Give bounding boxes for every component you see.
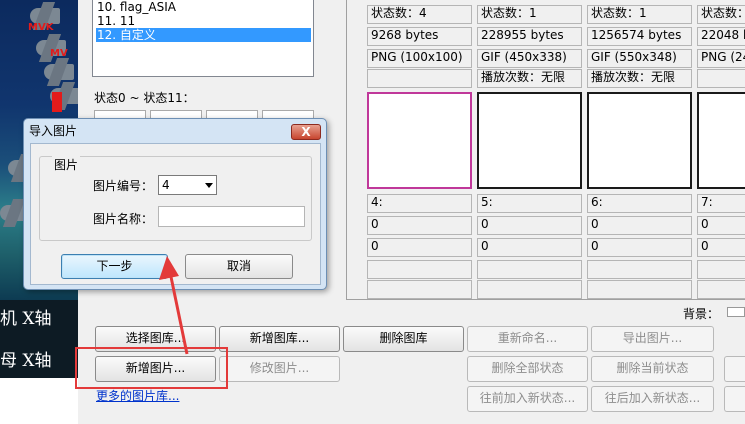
background-label: 背景： (683, 307, 720, 321)
state-format-field: GIF (450x338) (477, 49, 582, 68)
state-value-field: 0 (367, 238, 472, 257)
state-count-field: 状态数：1 (477, 5, 582, 24)
state-format-field: PNG (100x100) (367, 49, 472, 68)
red-flag-graphic (52, 92, 62, 112)
image-group-box: 图片 (39, 156, 312, 241)
game-text-line: 母 X轴 (0, 351, 52, 371)
state-count-field: 状态数：4 (367, 5, 472, 24)
delete-library-button[interactable]: 删除图库 (343, 326, 464, 352)
state-value-field: 0 (477, 216, 582, 235)
state-blank-field (697, 280, 745, 299)
state-thumbnail-selected[interactable] (367, 92, 472, 189)
state-size-field: 228955 bytes (477, 27, 582, 46)
chevron-down-icon (205, 183, 213, 188)
state-value-field: 0 (587, 238, 692, 257)
state-format-field: PNG (24 (697, 49, 745, 68)
list-item-selected[interactable]: 12. 自定义 (96, 28, 311, 42)
state-value-field: 0 (697, 216, 745, 235)
clipped-button[interactable] (724, 386, 745, 412)
state-play-field: 播放次数：无限 (477, 69, 582, 88)
close-icon[interactable]: X (291, 124, 321, 140)
state-blank-field (477, 260, 582, 279)
cancel-button[interactable]: 取消 (185, 254, 293, 279)
state-id-field: 7: (697, 194, 745, 213)
state-count-field: 状态数： (697, 5, 745, 24)
rename-button[interactable]: 重新命名... (467, 326, 588, 352)
state-size-field: 1256574 bytes (587, 27, 692, 46)
image-number-value: 4 (162, 178, 170, 192)
group-label: 图片 (52, 156, 81, 173)
state-format-field: GIF (550x348) (587, 49, 692, 68)
state-blank-field (697, 260, 745, 279)
background-slider[interactable] (727, 307, 745, 317)
list-item[interactable]: 10. flag_ASIA (96, 0, 311, 14)
annotation-arrow-icon (159, 256, 189, 355)
delete-current-state-button[interactable]: 删除当前状态 (591, 356, 714, 382)
image-number-select[interactable]: 4 (158, 175, 217, 195)
state-value-field: 0 (587, 216, 692, 235)
state-id-field: 6: (587, 194, 692, 213)
plane-mark-label: MVK (28, 22, 54, 33)
state-play-field (697, 69, 745, 88)
dialog-title: 导入图片 (29, 124, 78, 138)
clipped-button[interactable] (724, 356, 745, 382)
list-item[interactable]: 11. 11 (96, 14, 311, 28)
state-range-label: 状态0 ~ 状态11： (94, 91, 195, 105)
image-number-label: 图片编号： (93, 179, 154, 193)
new-library-button[interactable]: 新增图库... (219, 326, 340, 352)
state-blank-field (367, 280, 472, 299)
image-name-input[interactable] (158, 206, 305, 227)
add-state-after-button[interactable]: 往后加入新状态... (591, 386, 714, 412)
state-thumbnail[interactable] (477, 92, 582, 189)
game-text-line: 机 X轴 (0, 309, 52, 329)
state-value-field: 0 (477, 238, 582, 257)
library-list[interactable]: 10. flag_ASIA 11. 11 12. 自定义 (92, 0, 314, 77)
delete-all-states-button[interactable]: 删除全部状态 (467, 356, 588, 382)
state-id-field: 4: (367, 194, 472, 213)
add-state-before-button[interactable]: 往前加入新状态... (467, 386, 588, 412)
state-thumbnail[interactable] (587, 92, 692, 189)
state-play-field: 播放次数：无限 (587, 69, 692, 88)
state-preview-panel: 状态数：4 9268 bytes PNG (100x100) 4: 0 0 状态… (346, 0, 745, 300)
state-blank-field (587, 280, 692, 299)
state-play-field (367, 69, 472, 88)
plane-graphic (44, 64, 74, 80)
edit-image-button[interactable]: 修改图片... (219, 356, 340, 382)
state-thumbnail[interactable] (697, 92, 745, 189)
state-size-field: 9268 bytes (367, 27, 472, 46)
game-background-strip: 机 X轴 母 X轴 (0, 300, 78, 378)
state-count-field: 状态数：1 (587, 5, 692, 24)
state-value-field: 0 (697, 238, 745, 257)
state-value-field: 0 (367, 216, 472, 235)
export-image-button[interactable]: 导出图片... (591, 326, 714, 352)
plane-mark-label: MV (50, 48, 68, 59)
state-size-field: 22048 by (697, 27, 745, 46)
state-blank-field (477, 280, 582, 299)
state-blank-field (367, 260, 472, 279)
state-id-field: 5: (477, 194, 582, 213)
more-libraries-link[interactable]: 更多的图片库... (96, 387, 179, 404)
state-blank-field (587, 260, 692, 279)
image-name-label: 图片名称： (93, 212, 154, 226)
